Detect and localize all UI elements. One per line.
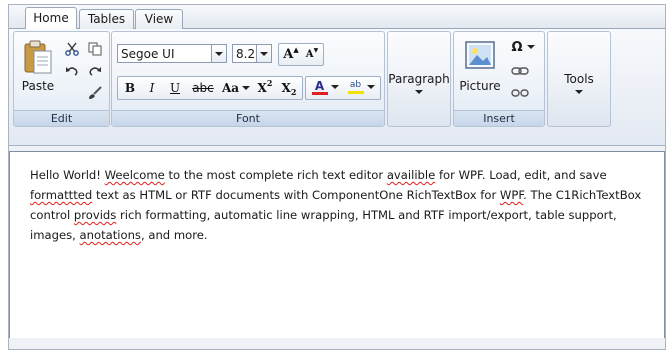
paste-icon <box>24 40 52 74</box>
edit-group: Paste Edit <box>13 31 110 127</box>
text-run: for WPF. Load, edit, and save <box>435 168 607 182</box>
paste-button[interactable]: Paste <box>17 34 59 108</box>
horizontal-scrollbar[interactable] <box>9 338 665 348</box>
paste-label: Paste <box>21 79 55 93</box>
tab-home[interactable]: Home <box>25 7 77 30</box>
highlight-color-button[interactable]: ab <box>344 77 378 97</box>
redo-icon <box>89 67 101 76</box>
misspelled-word: anotations <box>79 228 141 242</box>
font-color-button[interactable]: A <box>309 77 341 97</box>
grow-font-glyph: A <box>283 46 294 62</box>
tools-dropdown-button[interactable]: Tools <box>547 31 611 127</box>
shrink-font-glyph: A <box>305 48 314 60</box>
format-painter-button[interactable] <box>85 84 105 102</box>
superscript-mark: 2 <box>266 78 273 88</box>
text-run: Hello World! <box>30 168 105 182</box>
paragraph-label: Paragraph <box>388 72 450 86</box>
chevron-down-icon[interactable] <box>256 45 271 62</box>
font-group-label: Font <box>112 110 384 126</box>
hyperlink-button[interactable] <box>510 62 530 80</box>
cut-button[interactable] <box>62 40 82 58</box>
misspelled-word: Weelcome <box>104 168 165 182</box>
text-run: , and more. <box>140 228 208 242</box>
grow-font-button[interactable]: A ▲ <box>281 44 301 64</box>
grow-font-mark: ▲ <box>293 44 299 54</box>
document-body-text[interactable]: Hello World! Weelcome to the most comple… <box>30 165 644 245</box>
font-family-combo[interactable]: Segoe UI <box>117 44 227 63</box>
text-run: text as HTML or RTF documents with Compo… <box>92 188 500 202</box>
chevron-down-icon <box>415 90 423 94</box>
scissors-icon <box>65 42 79 56</box>
misspelled-word: availible <box>386 168 436 182</box>
tab-tables[interactable]: Tables <box>79 9 134 29</box>
insert-group: Picture Ω Insert <box>453 31 545 127</box>
font-group: Segoe UI 8.25 A ▲ A ▼ B I U abc Aa X 2 X… <box>111 31 385 127</box>
tools-label: Tools <box>564 72 594 86</box>
subscript-mark: 2 <box>290 87 297 97</box>
picture-label: Picture <box>459 79 501 93</box>
brush-icon <box>89 86 102 99</box>
copy-icon <box>88 42 102 56</box>
remove-hyperlink-button[interactable] <box>510 84 530 102</box>
paragraph-dropdown-button[interactable]: Paragraph <box>387 31 451 127</box>
unlink-icon <box>511 89 529 97</box>
bold-button[interactable]: B <box>120 78 140 98</box>
chevron-down-icon <box>330 85 339 89</box>
font-family-value: Segoe UI <box>121 47 175 61</box>
text-run: to the most complete rich text editor <box>164 168 387 182</box>
misspelled-word: WPF <box>499 188 524 202</box>
undo-button[interactable] <box>62 62 82 80</box>
highlight-icon: ab <box>347 80 364 94</box>
italic-button[interactable]: I <box>142 78 162 98</box>
font-color-icon: A <box>311 78 328 95</box>
shrink-font-button[interactable]: A ▼ <box>302 44 322 64</box>
chevron-down-icon[interactable] <box>211 45 226 62</box>
highlight-swatch <box>347 91 364 94</box>
picture-icon <box>465 41 495 69</box>
chevron-down-icon <box>242 86 251 90</box>
font-style-buttons: B I U abc Aa X2 X2 <box>117 76 303 100</box>
subscript-button[interactable]: X2 <box>278 78 300 98</box>
copy-button[interactable] <box>85 40 105 58</box>
chevron-down-icon <box>575 90 583 94</box>
tab-view[interactable]: View <box>135 9 183 29</box>
symbol-button[interactable]: Ω <box>508 38 538 56</box>
highlight-glyph: ab <box>349 80 362 90</box>
change-case-button[interactable]: Aa <box>220 78 252 98</box>
chevron-down-icon <box>526 45 535 49</box>
omega-icon: Ω <box>511 39 523 55</box>
redo-button[interactable] <box>85 62 105 80</box>
underline-button[interactable]: U <box>164 78 186 98</box>
undo-icon <box>66 67 78 76</box>
ribbon-home-panel: Paste Edit Segoe UI 8.25 A ▲ A ▼ B I U a… <box>9 29 665 146</box>
chevron-down-icon <box>366 85 375 89</box>
subscript-base: X <box>281 81 291 95</box>
superscript-base: X <box>257 81 267 95</box>
misspelled-word: provids <box>73 208 117 222</box>
superscript-button[interactable]: X2 <box>254 78 276 98</box>
color-buttons: A ab <box>305 76 381 100</box>
misspelled-word: formattted <box>30 188 93 202</box>
insert-group-label: Insert <box>454 110 544 126</box>
shrink-font-mark: ▼ <box>313 46 319 54</box>
ribbon-tab-strip: Home Tables View <box>9 5 665 30</box>
font-size-combo[interactable]: 8.25 <box>232 44 272 63</box>
strikethrough-button[interactable]: abc <box>188 78 218 98</box>
font-size-buttons: A ▲ A ▼ <box>278 43 324 66</box>
link-icon <box>511 67 529 75</box>
document-editor-area[interactable]: Hello World! Weelcome to the most comple… <box>9 151 665 339</box>
font-color-glyph: A <box>314 78 325 93</box>
picture-button[interactable]: Picture <box>457 34 503 110</box>
edit-group-label: Edit <box>14 110 109 126</box>
rich-text-editor: Home Tables View Paste Edit Segoe UI 8.2… <box>8 4 666 350</box>
change-case-glyph: Aa <box>221 81 240 95</box>
